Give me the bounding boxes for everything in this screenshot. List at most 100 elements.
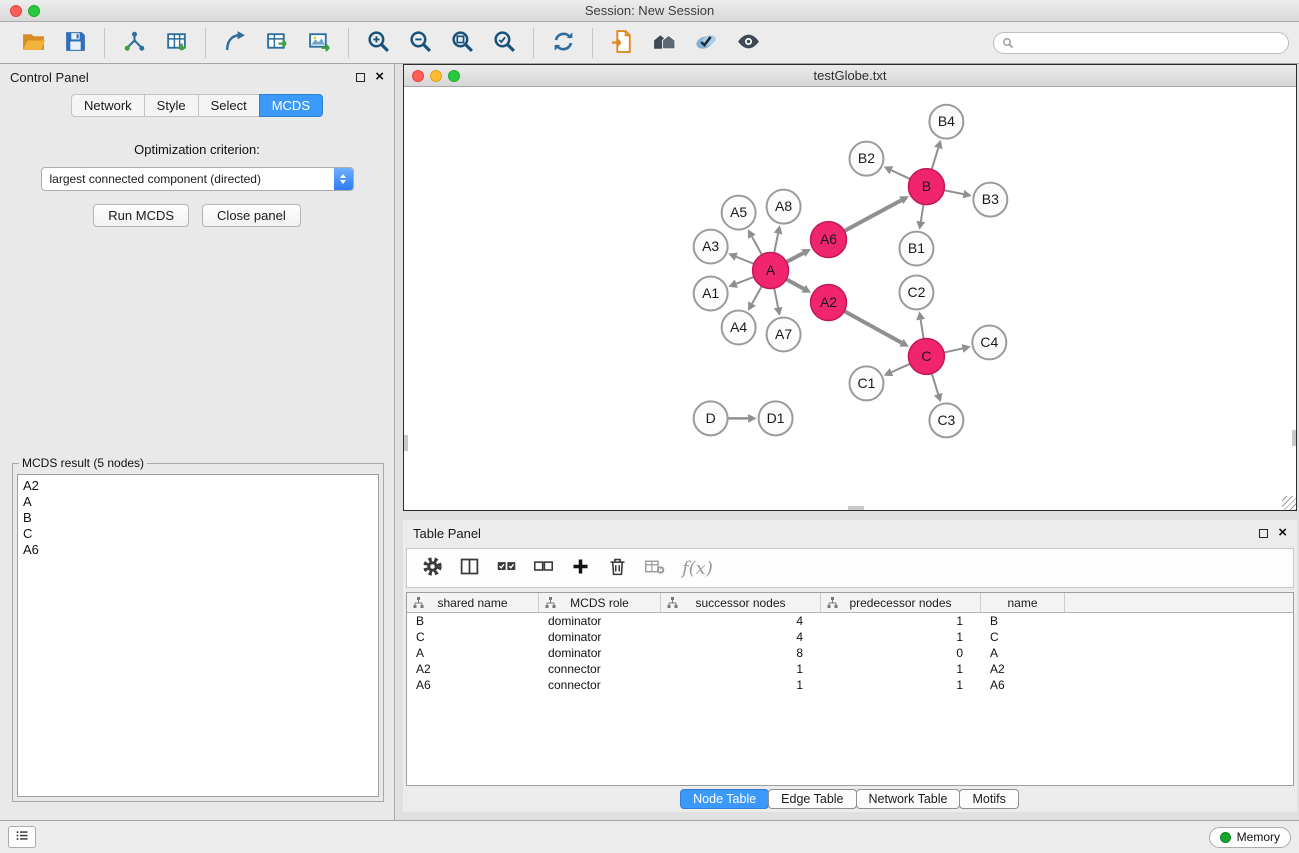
network-node-A3[interactable]: A3 (694, 230, 728, 264)
network-edge[interactable] (844, 200, 901, 231)
zoom-out-button[interactable] (403, 27, 437, 59)
cell-shared-name[interactable]: A6 (407, 677, 539, 693)
network-edge[interactable] (932, 374, 938, 395)
minimize-network-window-button[interactable] (430, 70, 442, 82)
column-header-mcds-role[interactable]: MCDS role (539, 593, 661, 612)
cell-name[interactable]: B (981, 613, 1065, 629)
network-edge[interactable] (736, 257, 754, 264)
network-node-D[interactable]: D (694, 401, 728, 435)
network-node-A4[interactable]: A4 (722, 310, 756, 344)
tab-network[interactable]: Network (71, 94, 144, 117)
network-edge[interactable] (892, 364, 910, 372)
mcds-result-item[interactable]: B (23, 510, 373, 526)
network-edge[interactable] (944, 190, 963, 194)
export-image-button[interactable] (302, 27, 336, 59)
cell-predecessor-nodes[interactable]: 1 (821, 677, 981, 693)
add-row-button[interactable] (565, 553, 595, 583)
export-table-button[interactable] (260, 27, 294, 59)
network-node-B4[interactable]: B4 (929, 105, 963, 139)
import-table-button[interactable] (159, 27, 193, 59)
network-node-A1[interactable]: A1 (694, 277, 728, 311)
tab-network-table[interactable]: Network Table (856, 789, 961, 809)
run-mcds-button[interactable]: Run MCDS (93, 204, 189, 227)
zoom-fit-button[interactable] (445, 27, 479, 59)
network-node-B2[interactable]: B2 (850, 142, 884, 176)
table-body[interactable]: B dominator 4 1 B C dominator 4 1 C (407, 613, 1293, 785)
cell-shared-name[interactable]: A2 (407, 661, 539, 677)
table-row[interactable]: A dominator 8 0 A (407, 645, 1293, 661)
network-node-C2[interactable]: C2 (899, 276, 933, 310)
network-node-A7[interactable]: A7 (767, 317, 801, 351)
memory-button[interactable]: Memory (1209, 827, 1291, 848)
cell-predecessor-nodes[interactable]: 1 (821, 661, 981, 677)
search-input[interactable] (1019, 36, 1280, 50)
cell-shared-name[interactable]: B (407, 613, 539, 629)
network-edge[interactable] (774, 288, 778, 307)
close-window-button[interactable] (10, 5, 22, 17)
clear-table-button[interactable] (639, 553, 669, 583)
network-window-titlebar[interactable]: testGlobe.txt (404, 65, 1296, 87)
import-file-button[interactable] (605, 27, 639, 59)
tab-select[interactable]: Select (198, 94, 259, 117)
function-builder-button[interactable]: f(x) (682, 558, 713, 579)
table-row[interactable]: B dominator 4 1 B (407, 613, 1293, 629)
network-edge[interactable] (786, 279, 803, 288)
network-canvas[interactable]: B4B2BB3A5A8A6B1A3AC2A1A2A4A7CC4C1C3DD1 (404, 88, 1296, 510)
deselect-all-button[interactable] (528, 553, 558, 583)
cell-successor-nodes[interactable]: 4 (661, 629, 821, 645)
cell-name[interactable]: A6 (981, 677, 1065, 693)
network-node-A5[interactable]: A5 (722, 196, 756, 230)
zoom-selected-button[interactable] (487, 27, 521, 59)
column-header-predecessor-nodes[interactable]: predecessor nodes (821, 593, 981, 612)
cell-successor-nodes[interactable]: 4 (661, 613, 821, 629)
tab-motifs[interactable]: Motifs (959, 789, 1018, 809)
network-edge[interactable] (944, 348, 963, 352)
network-node-B[interactable]: B (908, 169, 944, 205)
network-node-C1[interactable]: C1 (850, 366, 884, 400)
column-header-successor-nodes[interactable]: successor nodes (661, 593, 821, 612)
network-node-B3[interactable]: B3 (973, 183, 1007, 217)
network-edge[interactable] (752, 286, 762, 303)
cell-shared-name[interactable]: C (407, 629, 539, 645)
cell-name[interactable]: C (981, 629, 1065, 645)
delete-row-button[interactable] (602, 553, 632, 583)
tab-style[interactable]: Style (144, 94, 198, 117)
column-visibility-button[interactable] (454, 553, 484, 583)
cell-mcds-role[interactable]: dominator (539, 613, 661, 629)
cell-successor-nodes[interactable]: 1 (661, 677, 821, 693)
network-edge[interactable] (932, 148, 939, 169)
table-row[interactable]: A6 connector 1 1 A6 (407, 677, 1293, 693)
network-edge[interactable] (921, 320, 924, 339)
cell-mcds-role[interactable]: dominator (539, 645, 661, 661)
table-row[interactable]: C dominator 4 1 C (407, 629, 1293, 645)
mcds-result-list[interactable]: A2 A B C A6 (17, 474, 379, 797)
mcds-result-item[interactable]: A (23, 494, 373, 510)
mcds-result-item[interactable]: C (23, 526, 373, 542)
select-all-button[interactable] (491, 553, 521, 583)
tab-edge-table[interactable]: Edge Table (768, 789, 856, 809)
table-settings-button[interactable] (417, 553, 447, 583)
zoom-in-button[interactable] (361, 27, 395, 59)
zoom-network-window-button[interactable] (448, 70, 460, 82)
network-node-A6[interactable]: A6 (811, 222, 847, 258)
network-edge[interactable] (786, 253, 803, 262)
refresh-layout-button[interactable] (546, 27, 580, 59)
import-network-button[interactable] (117, 27, 151, 59)
float-panel-icon[interactable] (356, 73, 365, 82)
network-canvas-container[interactable]: B4B2BB3A5A8A6B1A3AC2A1A2A4A7CC4C1C3DD1 (404, 88, 1296, 510)
network-edge[interactable] (774, 233, 778, 252)
table-row[interactable]: A2 connector 1 1 A2 (407, 661, 1293, 677)
network-node-C4[interactable]: C4 (972, 325, 1006, 359)
close-table-panel-icon[interactable]: × (1278, 527, 1287, 539)
cell-predecessor-nodes[interactable]: 1 (821, 613, 981, 629)
cell-mcds-role[interactable]: connector (539, 661, 661, 677)
column-header-shared-name[interactable]: shared name (407, 593, 539, 612)
home-view-button[interactable] (647, 27, 681, 59)
show-panels-button[interactable] (8, 826, 36, 848)
cell-successor-nodes[interactable]: 8 (661, 645, 821, 661)
network-edge[interactable] (921, 204, 924, 221)
network-node-A8[interactable]: A8 (767, 190, 801, 224)
network-node-D1[interactable]: D1 (759, 401, 793, 435)
network-node-B1[interactable]: B1 (899, 232, 933, 266)
cell-successor-nodes[interactable]: 1 (661, 661, 821, 677)
